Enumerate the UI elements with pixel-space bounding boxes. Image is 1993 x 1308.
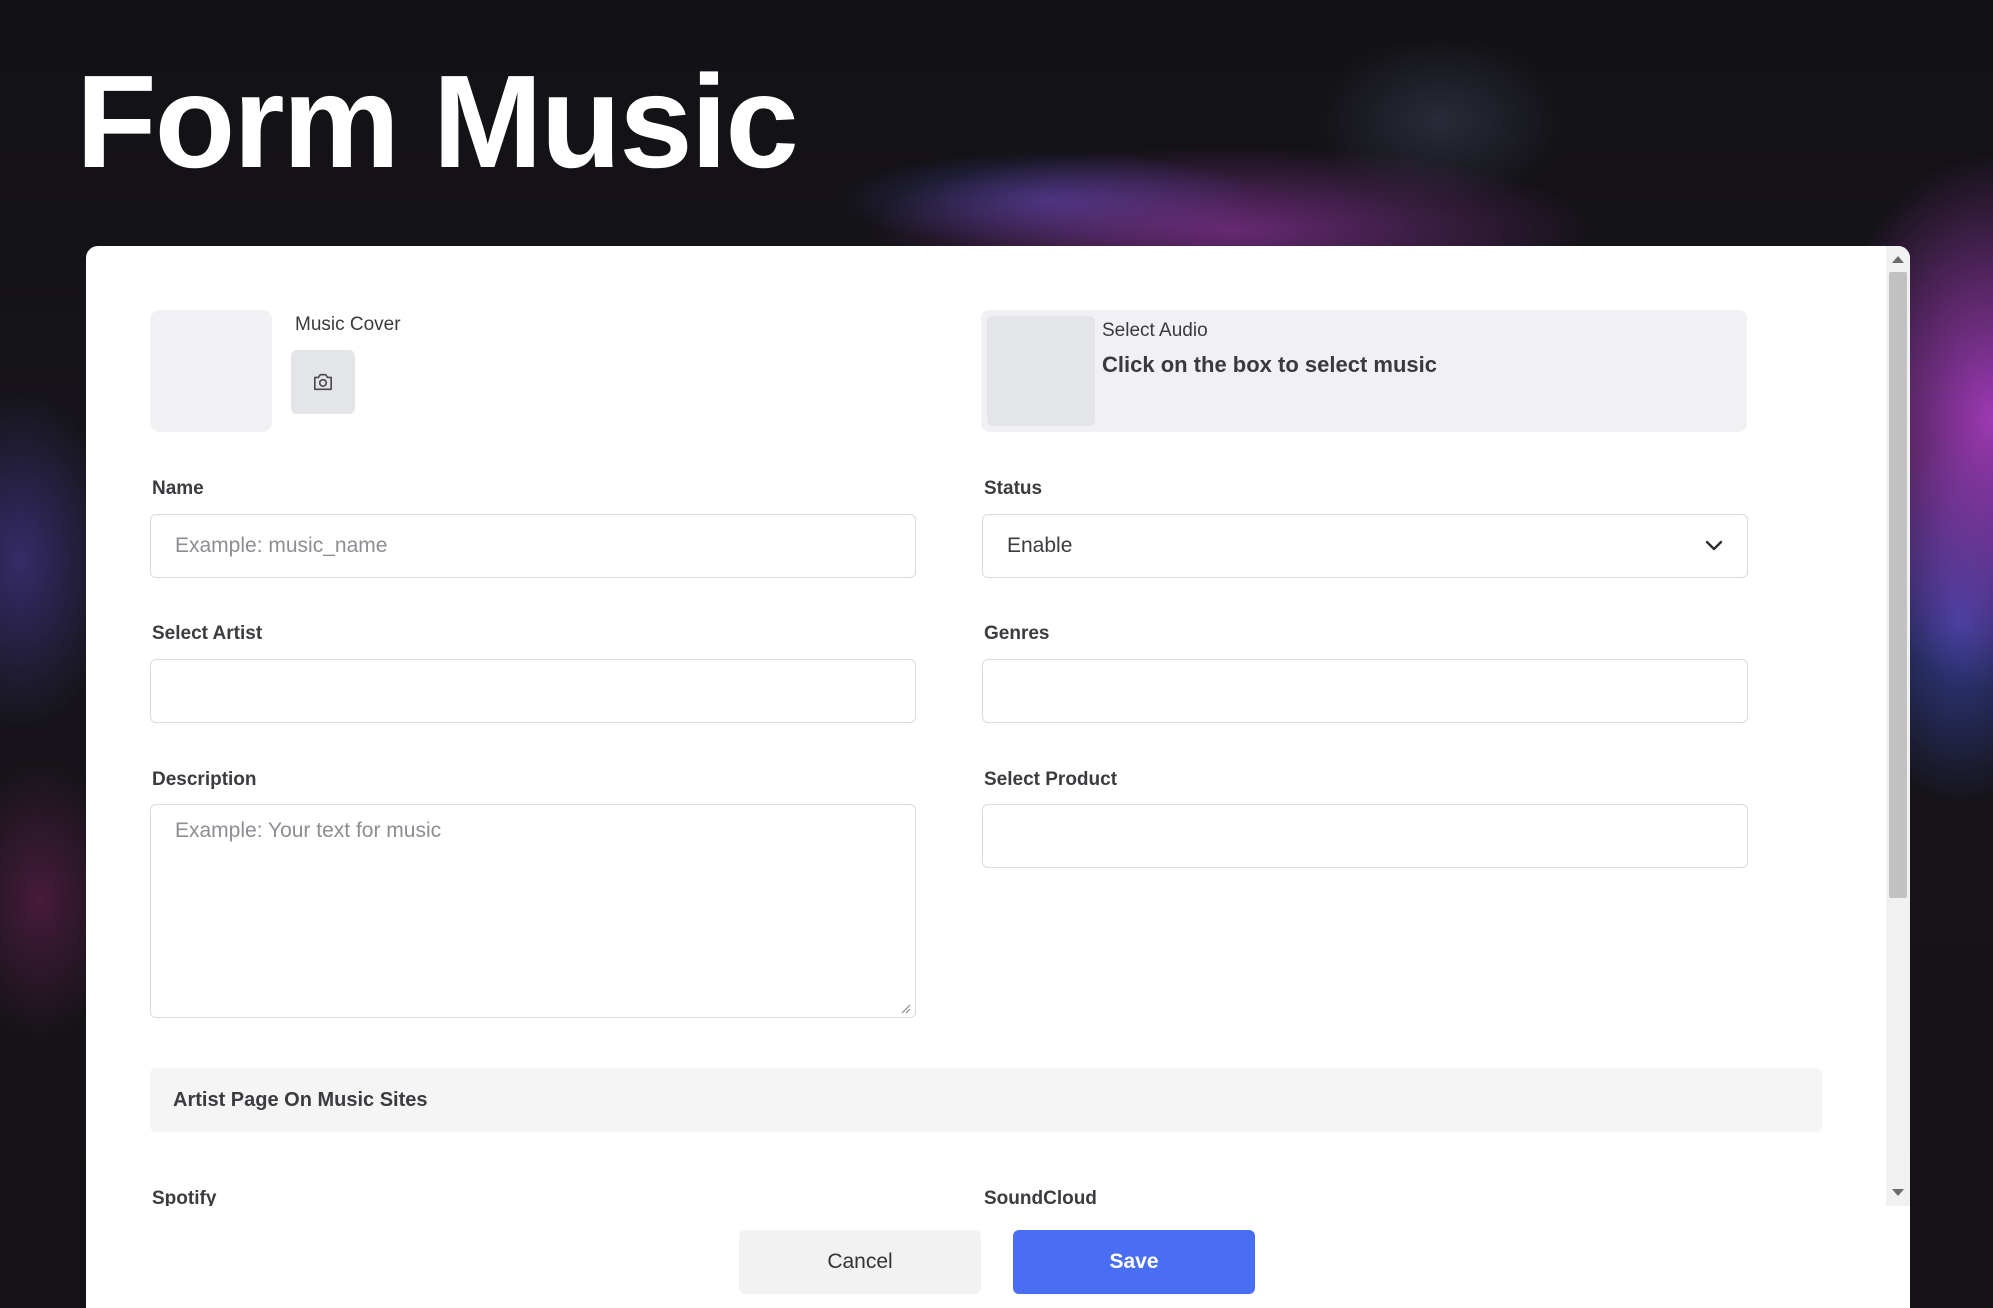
artist-page-section-title: Artist Page On Music Sites — [173, 1088, 428, 1111]
form-scroll-area[interactable]: Music Cover Select Audio Click on the bo… — [86, 246, 1886, 1206]
save-button[interactable]: Save — [1013, 1230, 1255, 1294]
resize-grip-icon[interactable] — [899, 1002, 911, 1014]
audio-thumbnail — [987, 316, 1095, 426]
name-input[interactable] — [150, 514, 916, 578]
name-label: Name — [152, 478, 204, 499]
status-label: Status — [984, 478, 1043, 499]
genres-input[interactable] — [982, 659, 1748, 723]
form-scrollbar[interactable] — [1886, 246, 1910, 1206]
select-audio-dropzone[interactable]: Select Audio Click on the box to select … — [981, 310, 1747, 432]
select-artist-input[interactable] — [150, 659, 916, 723]
select-audio-hint: Click on the box to select music — [1102, 352, 1437, 377]
music-cover-label: Music Cover — [295, 314, 401, 335]
select-audio-label: Select Audio — [1102, 320, 1208, 341]
select-artist-label: Select Artist — [152, 623, 263, 644]
cancel-button[interactable]: Cancel — [739, 1230, 981, 1294]
genres-label: Genres — [984, 623, 1050, 644]
description-textarea[interactable] — [150, 804, 916, 1018]
scrollbar-thumb[interactable] — [1889, 272, 1907, 898]
chevron-down-icon — [1705, 540, 1723, 551]
music-cover-preview[interactable] — [150, 310, 272, 432]
artist-page-section-header: Artist Page On Music Sites — [150, 1068, 1822, 1132]
music-form-card: Music Cover Select Audio Click on the bo… — [86, 246, 1910, 1308]
status-selected-value: Enable — [1007, 534, 1073, 557]
status-select[interactable]: Enable — [982, 514, 1748, 578]
page-title: Form Music — [76, 48, 799, 195]
select-product-label: Select Product — [984, 769, 1118, 790]
camera-icon — [314, 373, 332, 391]
soundcloud-label: SoundCloud — [984, 1188, 1097, 1206]
spotify-label: Spotify — [152, 1188, 217, 1206]
select-product-input[interactable] — [982, 804, 1748, 868]
scroll-down-arrow-icon[interactable] — [1892, 1189, 1904, 1196]
description-label: Description — [152, 769, 257, 790]
upload-cover-button[interactable] — [291, 350, 355, 414]
form-footer — [86, 1206, 1910, 1308]
scroll-up-arrow-icon[interactable] — [1892, 256, 1904, 263]
